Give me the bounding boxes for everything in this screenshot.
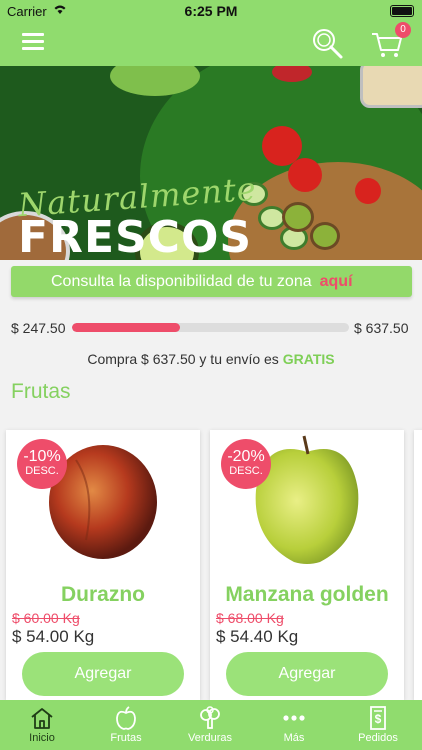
receipt-icon: $	[370, 706, 386, 730]
product-old-price: $ 60.00 Kg	[12, 610, 80, 626]
tab-label: Más	[283, 732, 305, 744]
more-dots-icon	[283, 715, 305, 721]
tab-pedidos[interactable]: $ Pedidos	[336, 700, 420, 750]
promo-banner[interactable]: Naturalmente FRESCOS	[0, 66, 422, 260]
add-to-cart-button[interactable]: Agregar	[22, 652, 184, 696]
shipping-message-text: Compra $ 637.50 y tu envío es	[87, 351, 279, 367]
tab-frutas[interactable]: Frutas	[84, 700, 168, 750]
svg-text:$: $	[375, 712, 382, 726]
status-time: 6:25 PM	[184, 3, 238, 19]
banner-title: FRESCOS	[18, 212, 253, 260]
product-old-price: $ 68.00 Kg	[216, 610, 284, 626]
tomato-image	[288, 158, 322, 192]
top-bar: 0	[0, 22, 422, 66]
tab-label: Verduras	[187, 732, 233, 744]
tomato-image	[355, 178, 381, 204]
product-card[interactable]: -10% DESC. Durazno $ 60.00 Kg $ 54.00 Kg…	[6, 430, 200, 700]
free-shipping-progress	[72, 323, 349, 332]
product-card[interactable]: -20% DESC. Manzana golden $ 68.00 Kg $ 5…	[210, 430, 404, 700]
discount-label: DESC.	[25, 465, 59, 477]
zone-availability-bar[interactable]: Consulta la disponibilidad de tu zona aqu…	[11, 266, 412, 297]
product-price: $ 54.40 Kg	[216, 627, 299, 646]
discount-percent: -20%	[227, 448, 265, 465]
product-price: $ 54.00 Kg	[12, 627, 95, 646]
cart-count-badge: 0	[395, 22, 411, 38]
discount-label: DESC.	[229, 465, 263, 477]
tab-label: Pedidos	[358, 732, 398, 744]
discount-percent: -10%	[23, 448, 61, 465]
free-shipping-target: $ 637.50	[354, 320, 409, 336]
discount-badge: -20% DESC.	[221, 439, 271, 489]
product-name: Durazno	[61, 583, 145, 606]
free-shipping-message: Compra $ 637.50 y tu envío es GRATIS	[0, 351, 422, 367]
tab-verduras[interactable]: Verduras	[168, 700, 252, 750]
broccoli-icon	[200, 706, 220, 729]
status-bar: Carrier 6:25 PM	[0, 0, 422, 22]
menu-icon[interactable]	[22, 33, 44, 51]
tab-label: Frutas	[110, 732, 142, 744]
kiwi-image	[282, 202, 314, 232]
product-card-partial[interactable]	[414, 430, 422, 700]
tab-label: Inicio	[29, 732, 55, 744]
home-icon	[31, 708, 53, 729]
kiwi-image	[310, 222, 340, 250]
free-label: GRATIS	[282, 351, 335, 367]
tab-mas[interactable]: Más	[252, 700, 336, 750]
bottom-tab-bar: Inicio Frutas Verduras Más $ Pedidos	[0, 700, 422, 750]
product-name: Manzana golden	[225, 583, 389, 606]
zone-link[interactable]: aquí	[320, 273, 353, 290]
oats-jar-image	[360, 66, 422, 108]
apple-icon	[116, 706, 136, 730]
discount-badge: -10% DESC.	[17, 439, 67, 489]
add-to-cart-button[interactable]: Agregar	[226, 652, 388, 696]
section-title: Frutas	[11, 380, 71, 403]
search-icon[interactable]	[310, 26, 344, 65]
zone-text: Consulta la disponibilidad de tu zona	[51, 273, 312, 290]
cart-current-amount: $ 247.50	[11, 320, 66, 336]
tab-inicio[interactable]: Inicio	[0, 700, 84, 750]
progress-fill	[72, 323, 181, 332]
battery-icon	[390, 5, 414, 17]
